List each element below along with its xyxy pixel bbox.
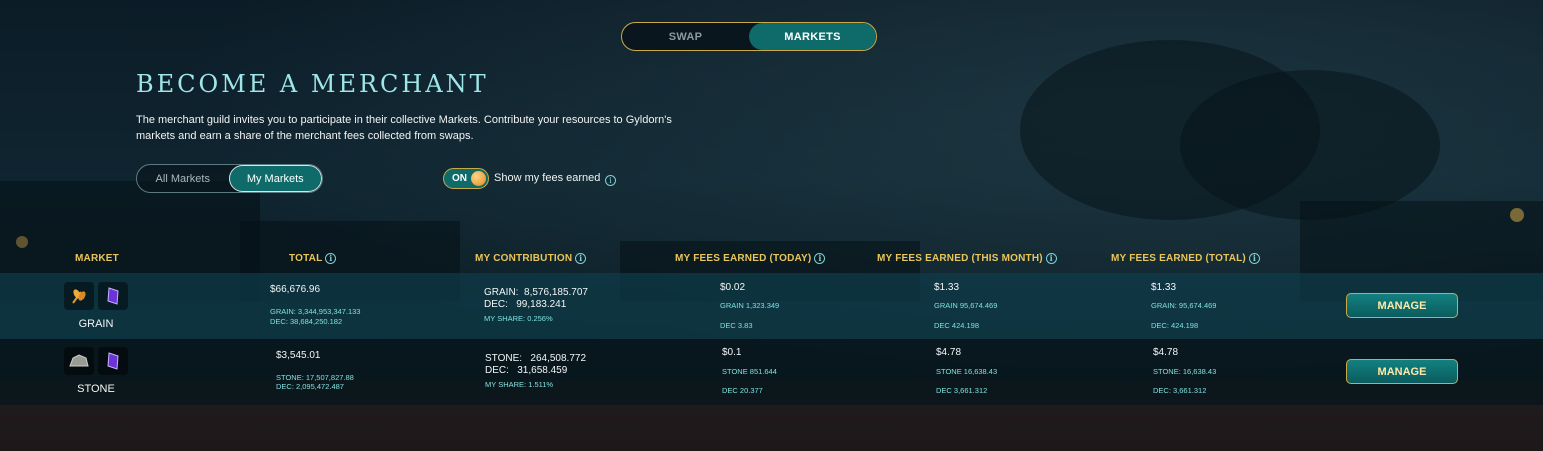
fees-total-dec: DEC: 424.198 [1151,321,1199,330]
total-value: $3,545.01 [276,350,321,361]
market-filter: All Markets My Markets [136,164,323,193]
manage-button[interactable]: MANAGE [1346,293,1458,318]
view-tabs: SWAP MARKETS [621,22,877,51]
contribution-dec: DEC: 31,658.459 [485,365,568,376]
market-icons [64,282,128,310]
total-resource: STONE: 17,507,827.88 [276,373,354,382]
fees-total-resource: GRAIN: 95,674.469 [1151,301,1217,310]
show-fees-label: Show my fees earned [494,172,601,184]
stone-icon [64,347,94,375]
fees-today-value: $0.02 [720,282,746,293]
page-title: BECOME A MERCHANT [136,70,489,98]
grain-icon [64,282,94,310]
market-name: STONE [77,383,115,395]
fees-total-dec: DEC: 3,661.312 [1153,386,1207,395]
info-icon[interactable]: i [1248,253,1260,264]
fees-month-resource: GRAIN 95,674.469 [934,301,998,310]
info-icon[interactable]: i [814,253,826,264]
total-resource: GRAIN: 3,344,953,347.133 [270,307,361,316]
fees-month-value: $4.78 [936,347,962,358]
info-icon[interactable]: i [605,172,616,190]
fees-today-dec: DEC 3.83 [720,321,753,330]
column-total: TOTAL i [289,253,337,264]
column-market: MARKET [75,253,119,264]
fees-today-dec: DEC 20.377 [722,386,763,395]
market-icons [64,347,128,375]
fees-month-value: $1.33 [934,282,960,293]
fees-today-resource: STONE 851.644 [722,367,777,376]
description-line-1: The merchant guild invites you to partic… [136,114,672,126]
fees-total-value: $4.78 [1153,347,1179,358]
fees-month-dec: DEC 3,661.312 [936,386,988,395]
show-fees-toggle[interactable]: ON [443,168,489,189]
contribution-dec: DEC: 99,183.241 [484,299,567,310]
manage-button[interactable]: MANAGE [1346,359,1458,384]
my-share: MY SHARE: 0.256% [484,314,553,323]
total-dec: DEC: 2,095,472.487 [276,382,344,391]
market-name: GRAIN [78,318,114,330]
tab-markets[interactable]: MARKETS [749,23,876,50]
info-icon[interactable]: i [575,253,587,264]
my-share: MY SHARE: 1.511% [485,380,554,389]
contribution-resource: STONE: 264,508.772 [485,353,587,364]
fees-total-value: $1.33 [1151,282,1177,293]
column-fees-month: MY FEES EARNED (THIS MONTH) i [877,253,1057,264]
dec-crystal-icon [98,347,128,375]
fees-month-dec: DEC 424.198 [934,321,980,330]
all-markets-button[interactable]: All Markets [137,165,229,192]
total-dec: DEC: 38,684,250.182 [270,317,343,326]
description-line-2: markets and earn a share of the merchant… [136,130,474,142]
info-icon[interactable]: i [1045,253,1057,264]
my-markets-button[interactable]: My Markets [228,165,322,192]
page-description: The merchant guild invites you to partic… [136,112,716,144]
column-fees-today: MY FEES EARNED (TODAY) i [675,253,826,264]
fees-total-resource: STONE: 16,638.43 [1153,367,1217,376]
table-row: GRAIN $66,676.96 GRAIN: 3,344,953,347.13… [0,273,1543,339]
tab-swap[interactable]: SWAP [622,23,749,50]
fees-today-value: $0.1 [722,347,742,358]
table-row: STONE $3,545.01 STONE: 17,507,827.88 DEC… [0,339,1543,405]
contribution-resource: GRAIN: 8,576,185.707 [484,287,588,298]
fees-today-resource: GRAIN 1,323.349 [720,301,780,310]
dec-crystal-icon [98,282,128,310]
total-value: $66,676.96 [270,284,321,295]
column-contribution: MY CONTRIBUTION i [475,253,587,264]
info-icon[interactable]: i [325,253,337,264]
fees-month-resource: STONE 16,638.43 [936,367,998,376]
toggle-state: ON [452,173,467,184]
toggle-knob [471,171,486,186]
column-fees-total: MY FEES EARNED (TOTAL) i [1111,253,1260,264]
